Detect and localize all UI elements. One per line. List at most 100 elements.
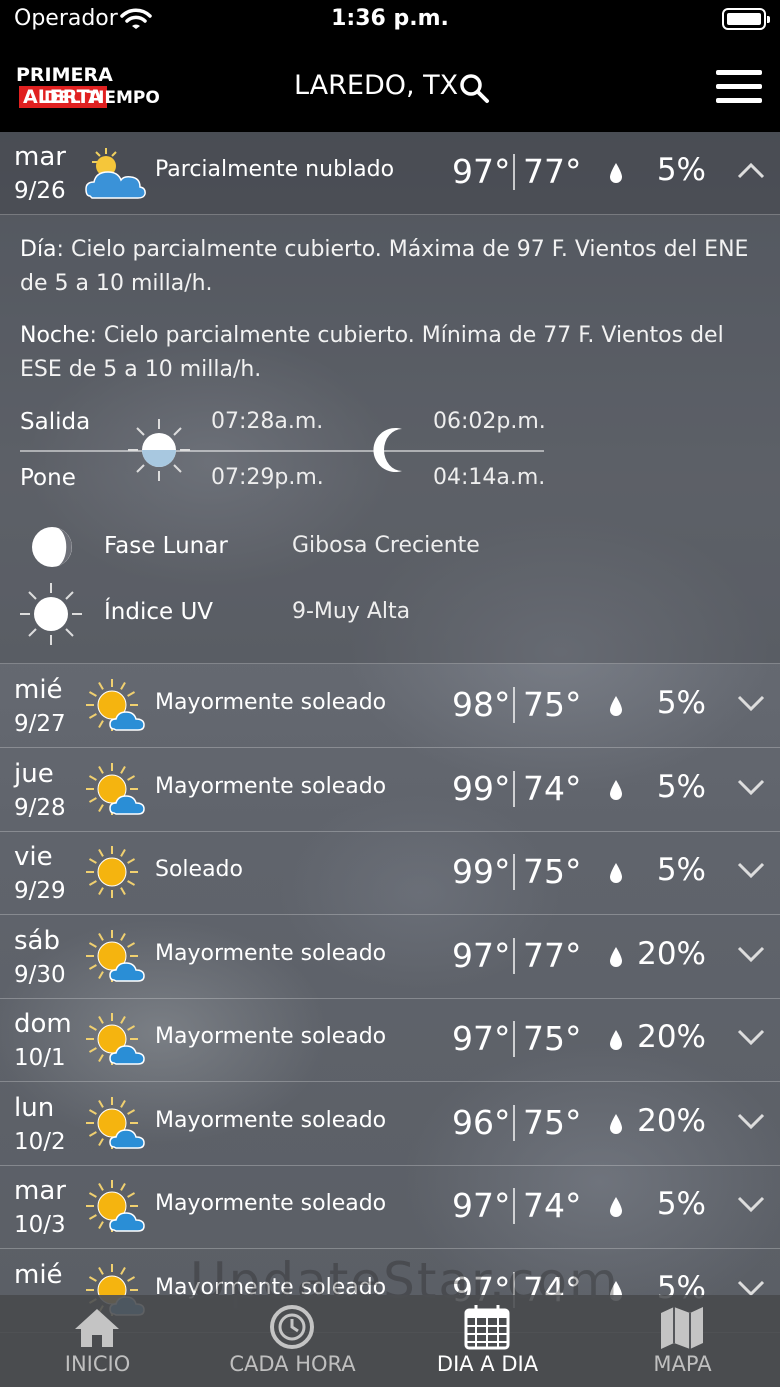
- moon-phase-label: Fase Lunar: [104, 533, 228, 559]
- day-name: sáb: [14, 925, 60, 956]
- day-row-expanded[interactable]: mar 9/26 Parcialmente nublado 97° 77° 5%: [0, 132, 780, 215]
- low-temp: 74°: [523, 768, 582, 808]
- uv-label: Índice UV: [104, 599, 214, 625]
- day-label: Día: [20, 237, 57, 262]
- day-row[interactable]: mié 9/27 Mayormente soleado 98° 75° 5%: [0, 665, 780, 748]
- day-name: mié: [14, 675, 63, 705]
- temp-divider: [513, 154, 515, 190]
- chevron-down-icon[interactable]: [736, 693, 766, 713]
- day-description: : Cielo parcialmente cubierto. Máxima de…: [20, 237, 749, 296]
- day-row[interactable]: jue 9/28 Mayormente soleado 99° 74° 5%: [0, 749, 780, 832]
- temp-divider: [513, 770, 515, 807]
- tab-label: DIA A DIA: [436, 1352, 539, 1376]
- low-temp: 74°: [523, 1186, 582, 1225]
- tab-inicio[interactable]: INICIO: [0, 1295, 195, 1387]
- condition-text: Mayormente soleado: [155, 1191, 387, 1216]
- rise-label: Salida: [20, 409, 91, 435]
- condition-text: Mayormente soleado: [155, 940, 387, 966]
- map-icon: [661, 1307, 703, 1349]
- day-row[interactable]: sáb 9/30 Mayormente soleado 97° 77° 20%: [0, 916, 780, 999]
- mostly-sunny-icon: [86, 1180, 145, 1232]
- search-icon[interactable]: [458, 72, 490, 104]
- raindrop-icon: [610, 863, 622, 883]
- precip-chance: 5%: [656, 152, 706, 188]
- sunrise-time: 07:28a.m.: [211, 409, 324, 434]
- tab-mapa[interactable]: MAPA: [585, 1295, 780, 1387]
- day-date: 10/2: [14, 1128, 66, 1155]
- calendar-icon: [464, 1305, 510, 1350]
- moon-phase-icon: [32, 527, 72, 567]
- menu-icon[interactable]: [716, 70, 762, 104]
- precip-chance: 20%: [637, 1019, 706, 1055]
- day-details-panel: Día: Cielo parcialmente cubierto. Máxima…: [0, 215, 780, 664]
- tab-cada-hora[interactable]: CADA HORA: [195, 1295, 390, 1387]
- high-temp: 97°: [452, 935, 511, 975]
- tab-dia-a-dia[interactable]: DIA A DIA: [390, 1295, 585, 1387]
- chevron-down-icon[interactable]: [736, 777, 766, 797]
- clock: 1:36 p.m.: [331, 6, 449, 31]
- temp-divider: [513, 687, 515, 723]
- night-description: : Cielo parcialmente cubierto. Mínima de…: [20, 323, 724, 382]
- home-icon: [75, 1309, 119, 1347]
- day-row[interactable]: lun 10/2 Mayormente soleado 96° 75° 20%: [0, 1083, 780, 1166]
- chevron-up-icon[interactable]: [736, 160, 766, 180]
- partly-cloudy-icon: [85, 148, 146, 199]
- raindrop-icon: [610, 163, 622, 183]
- logo-del-tiempo: DEL TIEMPO: [44, 88, 160, 108]
- high-temp: 98°: [452, 685, 511, 724]
- temp-divider: [513, 854, 515, 890]
- high-temp: 99°: [452, 852, 511, 891]
- precip-chance: 5%: [656, 1186, 706, 1222]
- chevron-down-icon[interactable]: [736, 1194, 766, 1214]
- high-temp: 99°: [452, 768, 511, 808]
- raindrop-icon: [610, 946, 622, 967]
- crescent-moon-icon: [373, 428, 402, 472]
- sunny-icon: [86, 846, 138, 898]
- day-date: 10/3: [14, 1212, 66, 1238]
- high-temp: 96°: [452, 1102, 511, 1142]
- day-name: lun: [14, 1092, 55, 1123]
- day-name: mié: [14, 1259, 63, 1290]
- low-temp: 77°: [523, 152, 582, 191]
- location-title[interactable]: LAREDO, TX: [294, 70, 458, 101]
- chevron-down-icon[interactable]: [736, 1027, 766, 1047]
- day-date: 10/1: [14, 1045, 66, 1071]
- mostly-sunny-icon: [86, 1096, 145, 1149]
- temp-divider: [513, 1188, 515, 1224]
- set-label: Pone: [20, 465, 76, 491]
- low-temp: 75°: [523, 1019, 582, 1058]
- tab-label: CADA HORA: [229, 1352, 356, 1376]
- day-row[interactable]: mar 10/3 Mayormente soleado 97° 74° 5%: [0, 1166, 780, 1249]
- mostly-sunny-icon: [86, 679, 145, 731]
- high-temp: 97°: [452, 1019, 511, 1058]
- moonrise-time: 06:02p.m.: [433, 409, 546, 434]
- precip-chance: 5%: [656, 852, 706, 888]
- battery-icon: [722, 8, 770, 30]
- brand-logo[interactable]: PRIMERAALERTA DEL TIEMPO: [16, 64, 188, 110]
- low-temp: 77°: [523, 935, 582, 975]
- uv-sun-icon: [20, 583, 82, 645]
- day-row[interactable]: dom 10/1 Mayormente soleado 97° 75° 20%: [0, 999, 780, 1082]
- mostly-sunny-icon: [86, 762, 145, 815]
- low-temp: 75°: [523, 1102, 582, 1142]
- chevron-down-icon[interactable]: [736, 944, 766, 964]
- app-header: PRIMERAALERTA DEL TIEMPO LAREDO, TX: [0, 44, 780, 132]
- chevron-down-icon[interactable]: [736, 1111, 766, 1131]
- moonset-time: 04:14a.m.: [433, 465, 546, 490]
- precip-chance: 20%: [637, 935, 706, 972]
- sunset-time: 07:29p.m.: [211, 465, 324, 490]
- high-temp: 97°: [452, 1186, 511, 1225]
- raindrop-icon: [610, 1030, 622, 1050]
- mostly-sunny-icon: [86, 1013, 145, 1065]
- day-row[interactable]: vie 9/29 Soleado 99° 75° 5%: [0, 832, 780, 915]
- raindrop-icon: [610, 1197, 622, 1217]
- precip-chance: 20%: [637, 1102, 706, 1139]
- day-date: 9/26: [14, 178, 66, 204]
- moon-phase-value: Gibosa Creciente: [292, 533, 480, 558]
- raindrop-icon: [610, 1113, 622, 1134]
- raindrop-icon: [610, 696, 622, 716]
- chevron-down-icon[interactable]: [736, 860, 766, 880]
- condition-text: Parcialmente nublado: [155, 157, 395, 182]
- clock-icon: [270, 1305, 314, 1349]
- low-temp: 75°: [523, 685, 582, 724]
